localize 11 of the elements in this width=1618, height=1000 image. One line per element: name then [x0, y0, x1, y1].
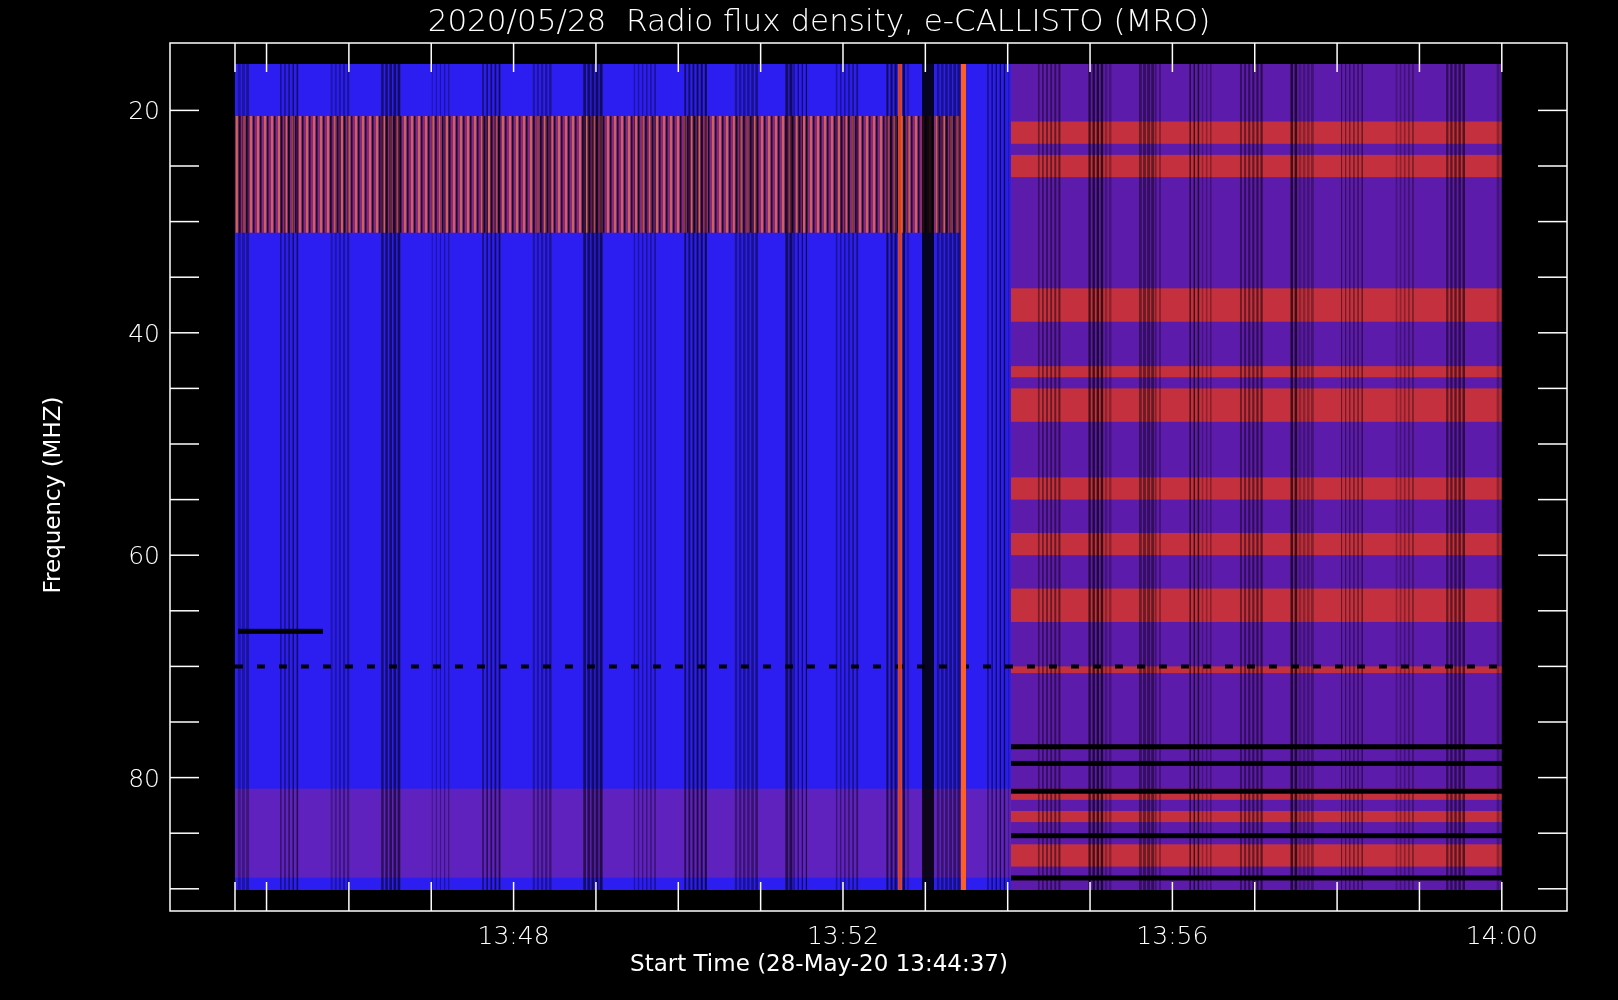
plot-title: 2020/05/28 Radio flux density, e-CALLISTO (MRO) — [426, 1, 1212, 40]
tick-label: 20 — [128, 96, 160, 126]
tick-label: 80 — [128, 763, 160, 793]
axis-label: Start Time (28-May-20 13:44:37) — [630, 950, 1008, 976]
tick-label: 40 — [128, 318, 160, 348]
tick-label: 13:52 — [806, 921, 879, 950]
tick-label: 13:48 — [477, 921, 550, 950]
tick-label: 14:00 — [1465, 921, 1538, 950]
tick-label: 60 — [128, 541, 160, 571]
axis-label: Frequency (MHZ) — [39, 396, 66, 594]
tick-label: 13:56 — [1136, 921, 1209, 950]
